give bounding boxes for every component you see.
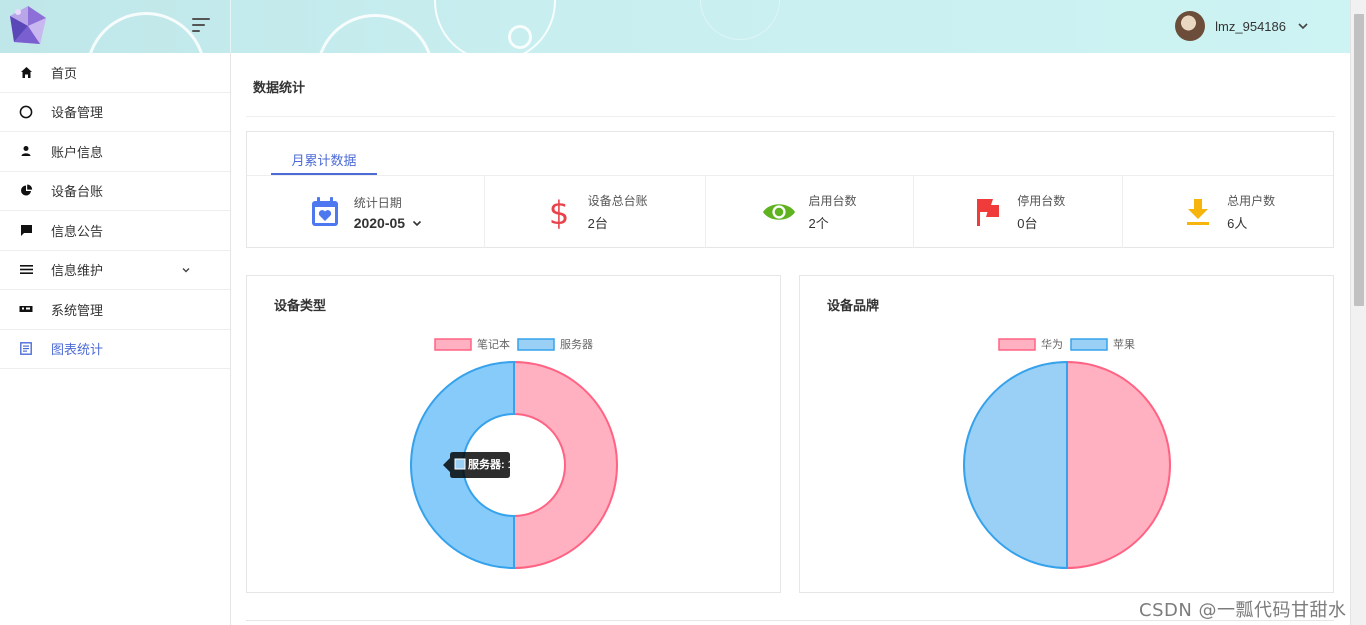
legend-label: 苹果 [1113,337,1135,351]
sidebar-item-label: 信息维护 [51,263,104,279]
sidebar-item-announcements[interactable]: 信息公告 [0,211,230,251]
flag-icon [971,195,1005,229]
sidebar-item-info-maintenance[interactable]: 信息维护 [0,251,230,290]
chevron-down-icon[interactable] [1296,19,1310,33]
sidebar-item-system-management[interactable]: 系统管理 [0,290,230,330]
legend-label: 华为 [1041,337,1063,351]
legend-swatch [998,338,1036,351]
pie-icon [19,184,33,198]
stat-value: 0台 [1017,216,1038,231]
sidebar-item-label: 首页 [51,65,78,81]
pie-slice-华为[interactable] [1066,360,1171,570]
header-decoration [700,0,780,40]
message-icon [19,223,33,237]
circle-icon [19,105,33,119]
username[interactable]: lmz_954186 [1215,19,1286,34]
chevron-down-icon[interactable] [411,217,423,229]
user-menu[interactable]: lmz_954186 [1175,11,1310,41]
stat-total-users: 总用户数 6人 [1123,176,1333,248]
stat-value: 2台 [587,216,608,231]
pie-slice-笔记本[interactable] [513,360,618,570]
legend-label: 服务器 [560,338,593,351]
sidebar-item-label: 设备管理 [51,105,104,121]
eye-icon [762,195,796,229]
tab-monthly-data[interactable]: 月累计数据 [271,146,377,175]
app-window: lmz_954186 首页 设备管理 账户信息 设备台账 信息公告 信息维护 系… [0,0,1366,625]
svg-text:$: $ [548,195,568,229]
stat-label: 启用台数 [808,194,857,208]
stat-value: 6人 [1227,216,1248,231]
sidebar-item-chart-statistics[interactable]: 图表统计 [0,330,230,369]
header-decoration [86,12,206,53]
menu-toggle-icon[interactable] [192,18,210,34]
dollar-icon: $ [542,195,576,229]
list-icon [19,263,33,277]
sidebar-item-home[interactable]: 首页 [0,53,230,93]
sidebar-item-label: 信息公告 [51,223,104,239]
stat-label: 设备总台账 [587,194,648,208]
date-select[interactable]: 2020-05 [354,215,423,231]
device-brand-chart[interactable]: 华为 苹果 [800,276,1335,594]
date-value: 2020-05 [353,214,406,231]
tooltip-text: 服务器: 1 [468,457,514,471]
sidebar-item-label: 设备台账 [51,184,104,200]
download-icon [1181,195,1215,229]
legend-item[interactable]: 华为 [998,337,1063,351]
person-icon [19,144,33,158]
header-decoration [508,25,532,49]
sidebar-item-device-management[interactable]: 设备管理 [0,93,230,132]
calendar-heart-icon [308,195,342,229]
app-logo[interactable] [6,4,50,48]
legend-swatch [434,338,472,351]
main-content: 数据统计 月累计数据 统计日期 2020-05 $ 设备总台账 2台 启用台数 … [231,53,1350,625]
legend-item[interactable]: 笔记本 [434,337,510,351]
chart-card-device-brand: 设备品牌 华为 苹果 [799,275,1334,593]
device-type-chart[interactable]: 笔记本 服务器服务器: 1 [247,276,782,594]
header-divider [230,0,231,53]
top-header: lmz_954186 [0,0,1350,53]
stat-label: 停用台数 [1017,194,1066,208]
stat-label: 总用户数 [1227,194,1276,208]
stat-total-devices: $ 设备总台账 2台 [485,176,706,248]
header-decoration [434,0,556,53]
legend-item[interactable]: 苹果 [1070,337,1135,351]
sidebar-item-label: 账户信息 [51,144,104,160]
sidebar: 首页 设备管理 账户信息 设备台账 信息公告 信息维护 系统管理 图表统计 [0,53,231,625]
sidebar-item-label: 图表统计 [51,342,104,358]
legend-label: 笔记本 [477,337,510,351]
keyboard-icon [19,302,33,316]
chevron-down-icon[interactable] [180,264,192,276]
legend-swatch [517,338,555,351]
vertical-scrollbar[interactable] [1350,0,1366,625]
watermark: CSDN @一瓢代码甘甜水 [1139,600,1347,621]
stats-card: 月累计数据 统计日期 2020-05 $ 设备总台账 2台 启用台数 2个 停用… [246,131,1334,248]
document-icon [19,342,33,356]
legend-item[interactable]: 服务器 [517,338,593,351]
sidebar-item-device-ledger[interactable]: 设备台账 [0,172,230,211]
chart-card-device-type: 设备类型 笔记本 服务器 服务器: 1 [246,275,781,593]
legend-swatch [1070,338,1108,351]
header-decoration [316,14,434,53]
avatar[interactable] [1175,11,1206,41]
page-title: 数据统计 [253,80,306,95]
stat-value: 2个 [808,216,829,231]
scrollbar-thumb[interactable] [1354,14,1364,306]
stat-label: 统计日期 [353,195,402,210]
stat-date: 统计日期 2020-05 [247,176,485,248]
tooltip-swatch [454,458,466,470]
divider [246,116,1335,117]
sidebar-item-account-info[interactable]: 账户信息 [0,132,230,172]
pie-slice-苹果[interactable] [963,360,1068,570]
stat-disabled: 停用台数 0台 [914,176,1124,248]
chart-tooltip: 服务器: 1 [443,452,514,478]
stat-enabled: 启用台数 2个 [706,176,915,248]
stats-row: 统计日期 2020-05 $ 设备总台账 2台 启用台数 2个 停用台数 0台 … [247,176,1333,248]
sidebar-item-label: 系统管理 [51,302,104,318]
home-icon [19,65,33,79]
